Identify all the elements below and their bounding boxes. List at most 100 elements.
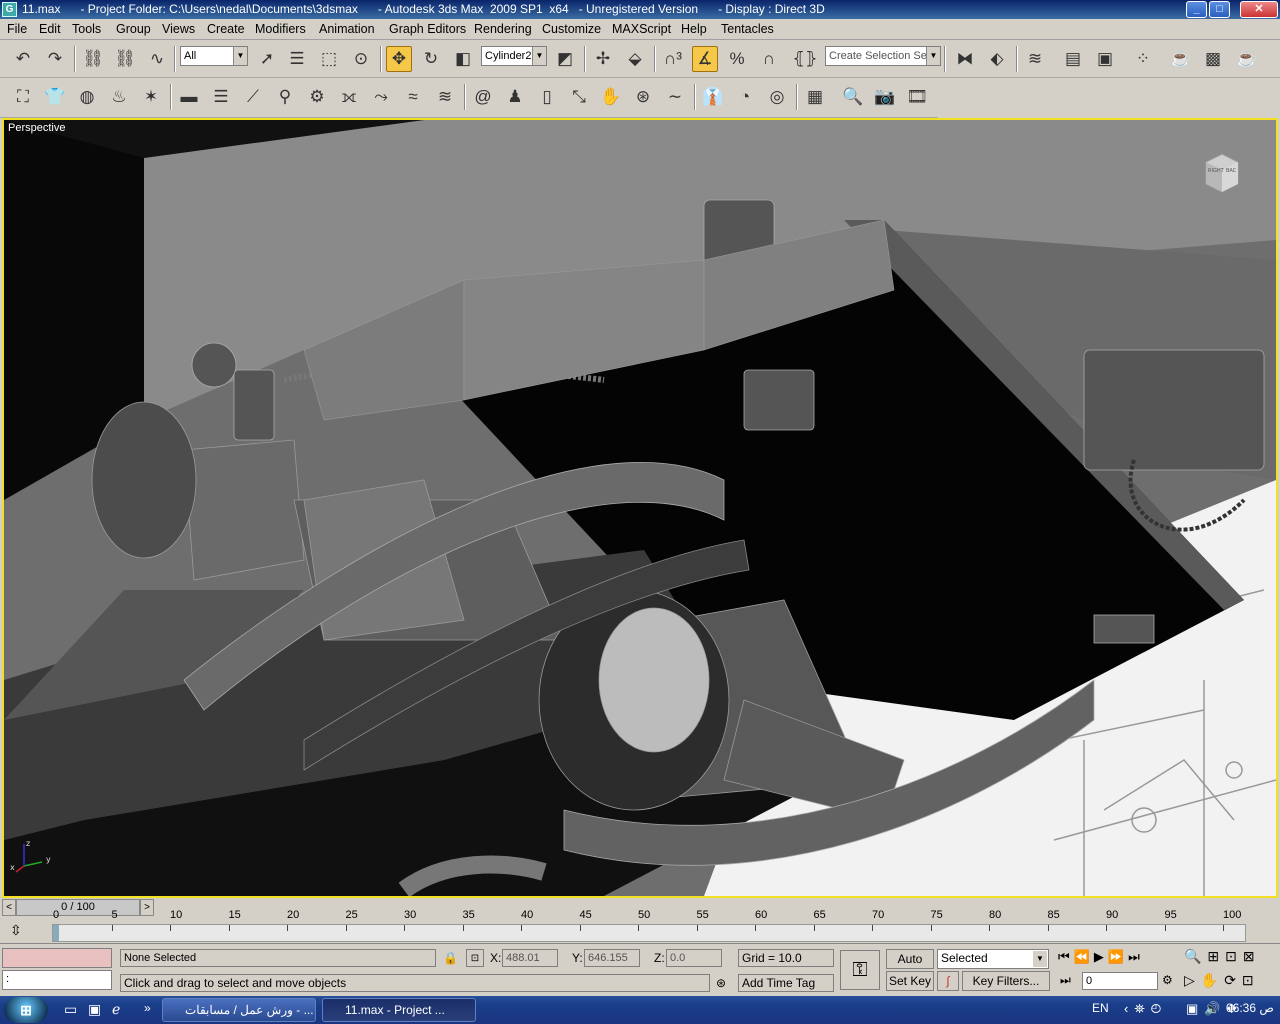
rectangular-selection-icon[interactable]: ⬚ xyxy=(316,46,342,72)
hand-icon[interactable]: ✋ xyxy=(598,84,624,110)
wave-icon[interactable]: ≋ xyxy=(432,84,458,110)
perspective-viewport[interactable]: Perspective RIGHT BAC y x z xyxy=(2,118,1278,898)
named-selection-set-dropdown[interactable]: Create Selection Set ▼ xyxy=(825,46,941,66)
select-and-link-icon[interactable]: ⛓ xyxy=(80,46,106,72)
key-mode-dropdown[interactable]: Selected ▼ xyxy=(937,949,1049,969)
teapot-helper-icon[interactable]: ♨ xyxy=(106,84,132,110)
pivot-point-icon[interactable]: ◩ xyxy=(552,46,578,72)
select-and-rotate-icon[interactable]: ↻ xyxy=(418,46,444,72)
quicklaunch-overflow-icon[interactable]: » xyxy=(144,1001,151,1015)
curve-editor-icon[interactable]: ▣ xyxy=(1092,46,1118,72)
paint-brush-icon[interactable]: ⟋ xyxy=(240,84,266,110)
menu-tools[interactable]: Tools xyxy=(72,22,101,36)
edit-named-selection-icon[interactable]: ⦃⦄ xyxy=(792,46,818,72)
maxscript-mini-listener[interactable]: : xyxy=(2,970,112,990)
menu-customize[interactable]: Customize xyxy=(542,22,601,36)
select-object-icon[interactable]: ➚ xyxy=(254,46,280,72)
layer-manager-icon[interactable]: ≋ xyxy=(1022,46,1048,72)
3ds-max-icon[interactable]: G xyxy=(2,2,17,17)
z-coordinate-field[interactable]: 0.0 xyxy=(666,949,722,967)
menu-rendering[interactable]: Rendering xyxy=(474,22,532,36)
shirt-outline-icon[interactable]: 👔 xyxy=(700,84,726,110)
sphere-icon[interactable]: ◍ xyxy=(74,84,100,110)
switch-windows-icon[interactable]: ▣ xyxy=(88,1001,101,1018)
reference-coordinate-dropdown[interactable]: Cylinder25 ▼ xyxy=(481,46,547,66)
angle-snap-icon[interactable]: ∡ xyxy=(692,46,718,72)
menu-views[interactable]: Views xyxy=(162,22,195,36)
close-button[interactable]: ✕ xyxy=(1240,1,1278,18)
current-frame-marker[interactable] xyxy=(53,925,59,941)
x-coordinate-field[interactable]: 488.01 xyxy=(502,949,558,967)
language-indicator[interactable]: EN xyxy=(1092,1001,1109,1015)
cylinder-icon[interactable]: ▯ xyxy=(534,84,560,110)
unlink-icon[interactable]: ⛓ xyxy=(112,46,138,72)
minimize-button[interactable]: _ xyxy=(1186,1,1207,18)
menu-maxscript[interactable]: MAXScript xyxy=(612,22,671,36)
spiral-icon[interactable]: @ xyxy=(470,84,496,110)
viewport-nav-top[interactable]: 🔍⊞⊡⊠ xyxy=(1184,948,1261,964)
lock-selection-icon[interactable]: 🔒 xyxy=(443,950,458,966)
menu-animation[interactable]: Animation xyxy=(319,22,375,36)
bone-icon[interactable]: ⟗ xyxy=(336,84,362,110)
spinner-snap-icon[interactable]: ∩ xyxy=(756,46,782,72)
bind-space-warp-icon[interactable]: ∿ xyxy=(144,46,170,72)
current-frame-field[interactable]: 0 xyxy=(1082,972,1158,990)
internet-explorer-icon[interactable]: ℯ xyxy=(112,1001,120,1018)
joint-icon[interactable]: ⤡ xyxy=(566,84,592,110)
menu-tentacles[interactable]: Tentacles xyxy=(721,22,774,36)
time-configuration-icon[interactable]: ⚙ xyxy=(1162,972,1173,988)
time-prev-icon[interactable]: < xyxy=(2,899,16,916)
align-icon[interactable]: ⬖ xyxy=(984,46,1010,72)
scene-render[interactable] xyxy=(4,120,1276,896)
graphite-modeling-icon[interactable]: ▤ xyxy=(1060,46,1086,72)
redo-icon[interactable]: ↷ xyxy=(42,46,68,72)
taskbar-item-firefox[interactable]: ورش عمل / مسابقات - ... xyxy=(162,998,316,1022)
select-and-move-icon[interactable]: ✥ xyxy=(386,46,412,72)
select-and-scale-icon[interactable]: ◧ xyxy=(450,46,476,72)
cloth-icon[interactable]: ≈ xyxy=(400,84,426,110)
window-crossing-icon[interactable]: ⊙ xyxy=(348,46,374,72)
set-key-button[interactable]: Set Key xyxy=(886,971,934,991)
percent-snap-icon[interactable]: % xyxy=(724,46,750,72)
add-time-tag-button[interactable]: Add Time Tag xyxy=(738,974,834,992)
shirt-icon[interactable]: 👕 xyxy=(42,84,68,110)
viewport-label[interactable]: Perspective xyxy=(8,122,65,134)
magnifier-tool-icon[interactable]: ⚲ xyxy=(272,84,298,110)
sphere-gizmo-icon[interactable]: ⊛ xyxy=(630,84,656,110)
stack-icon[interactable]: ☰ xyxy=(208,84,234,110)
frame-ruler[interactable]: 0 5 10 15 20 25 30 35 40 45 50 55 60 65 70 75 80 85 90 95 10… xyxy=(52,909,1246,942)
selection-filter-dropdown[interactable]: All ▼ xyxy=(180,46,248,66)
menu-group[interactable]: Group xyxy=(116,22,151,36)
menu-help[interactable]: Help xyxy=(681,22,707,36)
render-setup-icon[interactable]: ☕ xyxy=(1168,46,1194,72)
menu-create[interactable]: Create xyxy=(207,22,245,36)
container-icon[interactable]: ⛶ xyxy=(10,84,36,110)
camera-icon[interactable]: 📷 xyxy=(872,84,898,110)
time-next-icon[interactable]: > xyxy=(140,899,154,916)
start-button[interactable]: ⊞ xyxy=(4,997,48,1023)
viewcube[interactable]: RIGHT BAC xyxy=(1202,152,1242,196)
quick-render-icon[interactable]: ☕ xyxy=(1234,46,1260,72)
clock[interactable]: 06:36 ص xyxy=(1226,1001,1274,1015)
menu-modifiers[interactable]: Modifiers xyxy=(255,22,306,36)
time-slider[interactable]: 0 / 100 xyxy=(16,899,140,916)
menu-graph-editors[interactable]: Graph Editors xyxy=(389,22,466,36)
mirror-icon[interactable]: ⧓ xyxy=(952,46,978,72)
snaps-toggle-icon[interactable]: ∩³ xyxy=(660,46,686,72)
undo-icon[interactable]: ↶ xyxy=(10,46,36,72)
playback-controls[interactable]: ⏮⏪▶⏩⏭ xyxy=(1058,949,1144,965)
absolute-mode-icon[interactable]: ⊡ xyxy=(466,949,484,967)
lasso-icon[interactable]: ◔ xyxy=(732,84,758,110)
keyboard-shortcut-override-icon[interactable]: ⬙ xyxy=(622,46,648,72)
menu-edit[interactable]: Edit xyxy=(39,22,61,36)
curve-icon[interactable]: ∫ xyxy=(937,971,959,991)
key-filters-button[interactable]: Key Filters... xyxy=(962,971,1050,991)
search-icon[interactable]: 🔍 xyxy=(840,84,866,110)
time-tag-icon[interactable]: ⊛ xyxy=(716,975,726,991)
auto-key-button[interactable]: Auto Key xyxy=(886,949,934,984)
y-coordinate-field[interactable]: 646.155 xyxy=(584,949,640,967)
menu-file[interactable]: File xyxy=(7,22,27,36)
manipulate-icon[interactable]: ✢ xyxy=(590,46,616,72)
viewport-nav-bottom[interactable]: ▷✋⟳⊡ xyxy=(1184,972,1260,988)
select-by-name-icon[interactable]: ☰ xyxy=(284,46,310,72)
